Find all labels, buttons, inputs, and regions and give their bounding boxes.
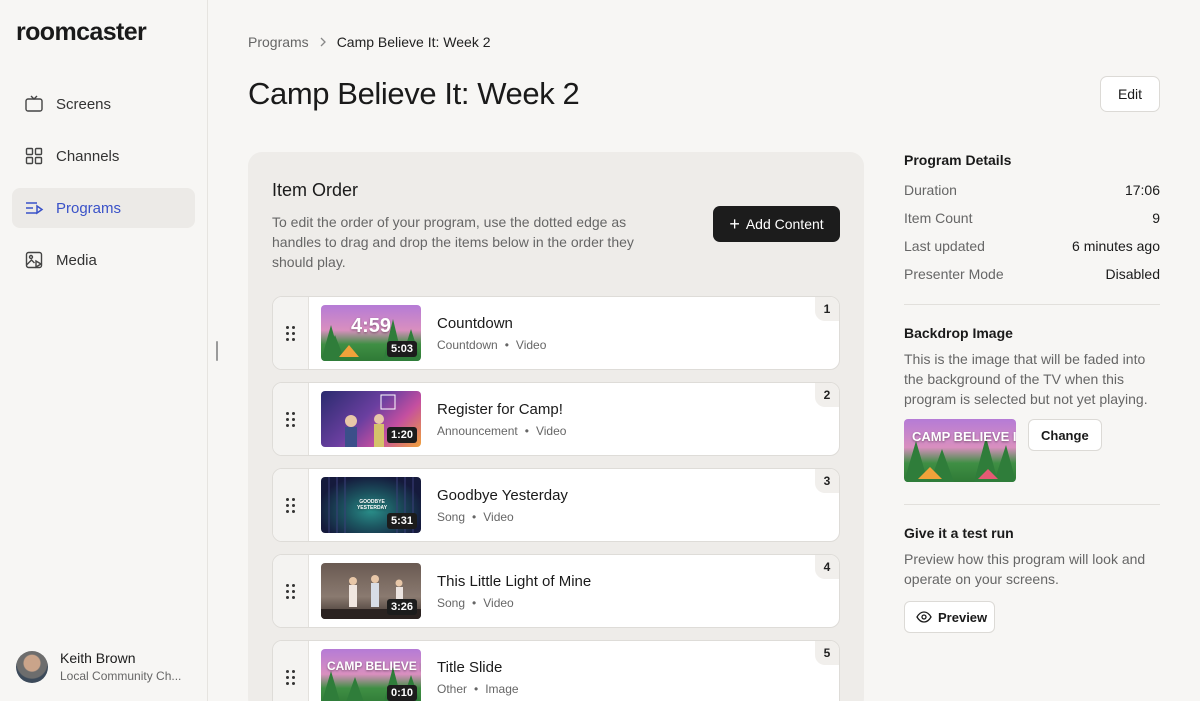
preview-button[interactable]: Preview — [904, 601, 995, 633]
page-title: Camp Believe It: Week 2 — [248, 76, 580, 111]
drag-handle[interactable] — [273, 469, 309, 541]
duration-badge: 5:03 — [386, 341, 417, 357]
duration-badge: 5:31 — [386, 513, 417, 529]
drag-dots-icon — [286, 411, 295, 427]
sidebar-item-label: Media — [56, 251, 97, 269]
sidebar-item-channels[interactable]: Channels — [12, 136, 195, 176]
sidebar-item-label: Channels — [56, 147, 120, 165]
drag-dots-icon — [286, 497, 295, 513]
grid-icon — [24, 146, 44, 166]
duration-badge: 3:26 — [386, 599, 417, 615]
item-meta: Other • Image — [437, 682, 519, 696]
item-meta: Song • Video — [437, 596, 514, 610]
item-number: 2 — [815, 383, 839, 407]
program-item-row[interactable]: 3:26 This Little Light of Mine Song • Vide… — [272, 554, 840, 628]
playlist-icon — [24, 198, 44, 218]
sidebar-item-media[interactable]: Media — [12, 240, 195, 280]
item-thumbnail: GOODBYE YESTERDAY 5:31 — [321, 477, 421, 533]
drag-handle[interactable] — [273, 555, 309, 627]
media-icon — [24, 250, 44, 270]
sidebar-item-label: Screens — [56, 95, 112, 113]
plus-icon: + — [729, 214, 740, 234]
user-profile[interactable]: Keith Brown Local Community Ch... — [16, 650, 188, 683]
item-meta: Countdown • Video — [437, 338, 547, 352]
sidebar-item-screens[interactable]: Screens — [12, 84, 195, 124]
program-item-list: 4:59 5:03 Countdown Countdown • Video 1 1:… — [272, 296, 840, 701]
sidebar-item-programs[interactable]: Programs — [12, 188, 195, 228]
program-item-row[interactable]: CAMP BELIEVE IT 0:10 Title Slide Other • I… — [272, 640, 840, 701]
item-thumbnail: 4:59 5:03 — [321, 305, 421, 361]
test-run-description: Preview how this program will look and o… — [904, 551, 1146, 587]
add-content-button[interactable]: + Add Content — [713, 206, 840, 242]
item-order-description: To edit the order of your program, use t… — [272, 214, 634, 270]
sidebar-resize-handle[interactable] — [216, 341, 218, 361]
breadcrumb-current: Camp Believe It: Week 2 — [336, 34, 491, 50]
breadcrumb: Programs Camp Believe It: Week 2 — [248, 34, 491, 50]
item-number: 5 — [815, 641, 839, 665]
drag-handle[interactable] — [273, 297, 309, 369]
item-meta: Announcement • Video — [437, 424, 567, 438]
item-thumbnail: 1:20 — [321, 391, 421, 447]
preview-label: Preview — [938, 609, 988, 625]
sidebar: roomcaster Screens Channels Programs Med… — [0, 0, 208, 701]
tv-icon — [24, 94, 44, 114]
divider — [904, 304, 1160, 305]
drag-handle[interactable] — [273, 383, 309, 455]
drag-dots-icon — [286, 325, 295, 341]
sidebar-item-label: Programs — [56, 199, 122, 217]
thumb-text: GOODBYE YESTERDAY — [356, 499, 388, 511]
add-content-label: Add Content — [745, 216, 824, 232]
item-thumbnail: CAMP BELIEVE IT 0:10 — [321, 649, 421, 701]
program-item-row[interactable]: 4:59 5:03 Countdown Countdown • Video 1 — [272, 296, 840, 370]
thumb-text: CAMP BELIEVE IT — [327, 659, 421, 673]
app-logo[interactable]: roomcaster — [16, 18, 147, 47]
item-title: Title Slide — [437, 659, 503, 676]
breadcrumb-programs-link[interactable]: Programs — [248, 34, 309, 50]
program-item-row[interactable]: 1:20 Register for Camp! Announcement • Vid… — [272, 382, 840, 456]
item-number: 4 — [815, 555, 839, 579]
drag-dots-icon — [286, 583, 295, 599]
program-details-title: Program Details — [904, 152, 1012, 168]
item-meta: Song • Video — [437, 510, 514, 524]
test-run-title: Give it a test run — [904, 525, 1014, 541]
detail-row: Duration 17:06 — [904, 182, 1160, 198]
edit-button[interactable]: Edit — [1100, 76, 1160, 112]
detail-row: Item Count 9 — [904, 210, 1160, 226]
program-item-row[interactable]: GOODBYE YESTERDAY 5:31 Goodbye Yesterday… — [272, 468, 840, 542]
detail-row: Presenter Mode Disabled — [904, 266, 1160, 282]
item-title: Goodbye Yesterday — [437, 487, 568, 504]
divider — [904, 504, 1160, 505]
thumb-text: 4:59 — [351, 315, 392, 337]
user-org: Local Community Ch... — [60, 669, 182, 683]
item-number: 3 — [815, 469, 839, 493]
duration-badge: 1:20 — [386, 427, 417, 443]
detail-row: Last updated 6 minutes ago — [904, 238, 1160, 254]
item-title: Countdown — [437, 315, 513, 332]
item-thumbnail: 3:26 — [321, 563, 421, 619]
backdrop-thumbnail: CAMP BELIEVE IT — [904, 419, 1016, 482]
drag-dots-icon — [286, 669, 295, 685]
drag-handle[interactable] — [273, 641, 309, 701]
details-column: Program Details Duration 17:06 Item Count… — [904, 152, 1160, 633]
user-name: Keith Brown — [60, 650, 136, 666]
sidebar-nav: Screens Channels Programs Media — [12, 84, 195, 292]
item-order-panel: Item Order To edit the order of your pro… — [248, 152, 864, 701]
change-backdrop-button[interactable]: Change — [1028, 419, 1102, 451]
item-title: This Little Light of Mine — [437, 573, 592, 590]
backdrop-thumb-text: CAMP BELIEVE IT — [912, 429, 1016, 444]
avatar — [16, 650, 48, 683]
item-order-title: Item Order — [272, 180, 359, 200]
backdrop-description: This is the image that will be faded int… — [904, 351, 1148, 407]
chevron-right-icon — [319, 35, 327, 50]
duration-badge: 0:10 — [386, 685, 417, 701]
backdrop-title: Backdrop Image — [904, 325, 1013, 341]
backdrop-row: CAMP BELIEVE IT Change — [904, 419, 1160, 482]
eye-icon — [916, 611, 932, 623]
item-title: Register for Camp! — [437, 401, 563, 418]
item-number: 1 — [815, 297, 839, 321]
